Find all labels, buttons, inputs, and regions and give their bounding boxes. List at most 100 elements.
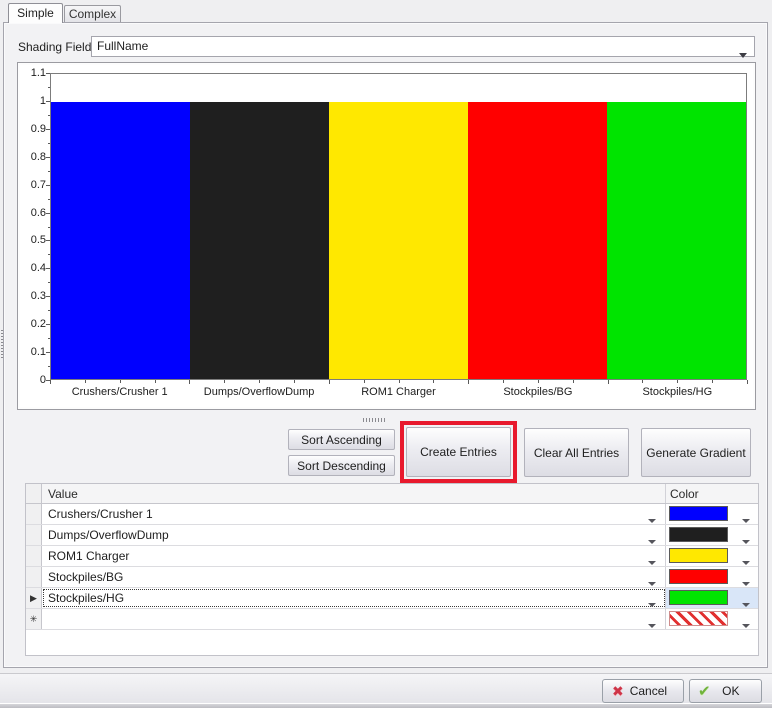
tab-complex[interactable]: Complex xyxy=(64,5,121,23)
y-axis-minor-tick xyxy=(48,227,50,228)
x-axis-category-label: Stockpiles/BG xyxy=(468,386,607,398)
value-cell[interactable]: Stockpiles/BG xyxy=(42,567,666,587)
y-axis-tick-label: 0.4 xyxy=(20,262,46,274)
new-row-indicator[interactable]: ✳ xyxy=(26,609,42,629)
shading-field-value: FullName xyxy=(97,39,148,53)
table-new-row: ✳ xyxy=(26,609,758,630)
table-row: Crushers/Crusher 1 xyxy=(26,504,758,525)
cancel-button[interactable]: ✖ Cancel xyxy=(602,679,684,703)
ok-button[interactable]: ✔ OK xyxy=(689,679,762,703)
row-indicator[interactable] xyxy=(26,567,42,587)
sort-ascending-button[interactable]: Sort Ascending xyxy=(288,429,395,450)
sort-descending-button[interactable]: Sort Descending xyxy=(288,455,395,476)
row-indicator[interactable] xyxy=(26,546,42,566)
y-axis-tick-label: 0.3 xyxy=(20,290,46,302)
y-axis-minor-tick xyxy=(48,282,50,283)
table-row: Dumps/OverflowDump xyxy=(26,525,758,546)
window-bottom-edge xyxy=(0,703,772,708)
y-axis-tick xyxy=(46,73,50,74)
row-indicator[interactable] xyxy=(26,525,42,545)
value-cell[interactable]: ROM1 Charger xyxy=(42,546,666,566)
chevron-down-icon[interactable] xyxy=(648,575,656,587)
x-axis-tick xyxy=(468,380,469,384)
chevron-down-icon[interactable] xyxy=(742,512,750,526)
tab-simple[interactable]: Simple xyxy=(8,3,63,23)
color-column-header[interactable]: Color xyxy=(666,484,758,503)
color-swatch[interactable] xyxy=(669,590,728,605)
color-swatch[interactable] xyxy=(669,506,728,521)
chevron-down-icon[interactable] xyxy=(648,512,656,524)
color-swatch[interactable] xyxy=(669,527,728,542)
color-swatch[interactable] xyxy=(669,569,728,584)
chart-bar-5 xyxy=(607,102,746,379)
chart-bar-1 xyxy=(51,102,190,379)
chevron-down-icon[interactable] xyxy=(648,617,656,629)
y-axis-minor-tick xyxy=(48,310,50,311)
x-axis-minor-tick xyxy=(85,380,86,383)
chevron-down-icon[interactable] xyxy=(742,617,750,631)
y-axis-tick xyxy=(46,240,50,241)
x-axis-category-label: Stockpiles/HG xyxy=(608,386,747,398)
y-axis-tick xyxy=(46,157,50,158)
x-axis-minor-tick xyxy=(433,380,434,383)
x-axis-minor-tick xyxy=(155,380,156,383)
value-column-header[interactable]: Value xyxy=(42,484,666,503)
x-axis-category-label: ROM1 Charger xyxy=(329,386,468,398)
y-axis-tick-label: 0.8 xyxy=(20,151,46,163)
create-entries-button[interactable]: Create Entries xyxy=(406,427,511,477)
horizontal-splitter-handle[interactable] xyxy=(363,418,385,422)
table-row: ▶Stockpiles/HG xyxy=(26,588,758,609)
chevron-down-icon[interactable] xyxy=(742,596,750,610)
y-axis-tick xyxy=(46,129,50,130)
ok-button-label: OK xyxy=(711,684,761,698)
x-axis-minor-tick xyxy=(120,380,121,383)
shading-field-label: Shading Field: xyxy=(18,40,95,54)
dialog-footer: ✖ Cancel ✔ OK xyxy=(0,673,772,704)
value-cell[interactable]: Stockpiles/HG xyxy=(42,588,666,608)
y-axis-tick-label: 0.5 xyxy=(20,234,46,246)
x-axis-minor-tick xyxy=(677,380,678,383)
x-axis-tick xyxy=(50,380,51,384)
generate-gradient-button[interactable]: Generate Gradient xyxy=(641,428,751,477)
row-indicator[interactable]: ▶ xyxy=(26,588,42,608)
chevron-down-icon[interactable] xyxy=(648,554,656,566)
shading-field-select[interactable]: FullName xyxy=(91,36,755,57)
hatched-color-swatch[interactable] xyxy=(669,611,728,626)
y-axis-minor-tick xyxy=(48,115,50,116)
color-cell[interactable] xyxy=(666,546,758,566)
red-x-icon: ✖ xyxy=(612,683,624,700)
y-axis-tick xyxy=(46,296,50,297)
color-cell[interactable] xyxy=(666,504,758,524)
y-axis-tick-label: 0.2 xyxy=(20,318,46,330)
x-axis-minor-tick xyxy=(294,380,295,383)
x-axis-tick xyxy=(608,380,609,384)
color-swatch[interactable] xyxy=(669,548,728,563)
y-axis-tick xyxy=(46,352,50,353)
x-axis-category-label: Dumps/OverflowDump xyxy=(189,386,328,398)
value-cell[interactable] xyxy=(42,609,666,629)
color-cell[interactable] xyxy=(666,609,758,629)
chevron-down-icon[interactable] xyxy=(742,575,750,589)
value-cell[interactable]: Dumps/OverflowDump xyxy=(42,525,666,545)
chevron-down-icon[interactable] xyxy=(742,554,750,568)
value-cell[interactable]: Crushers/Crusher 1 xyxy=(42,504,666,524)
x-axis-category-label: Crushers/Crusher 1 xyxy=(50,386,189,398)
shading-dialog: Simple Complex Shading Field: FullName 0… xyxy=(0,0,772,707)
clear-all-entries-button[interactable]: Clear All Entries xyxy=(524,428,629,477)
y-axis-tick-label: 0.6 xyxy=(20,207,46,219)
row-indicator[interactable] xyxy=(26,504,42,524)
color-cell[interactable] xyxy=(666,567,758,587)
y-axis-tick xyxy=(46,324,50,325)
green-check-icon: ✔ xyxy=(698,682,711,700)
x-axis-minor-tick xyxy=(712,380,713,383)
chevron-down-icon[interactable] xyxy=(648,596,656,608)
chevron-down-icon[interactable] xyxy=(648,533,656,545)
chevron-down-icon[interactable] xyxy=(742,533,750,547)
color-cell[interactable] xyxy=(666,525,758,545)
color-cell[interactable] xyxy=(666,588,758,608)
chart-bar-3 xyxy=(329,102,468,379)
y-axis-minor-tick xyxy=(48,143,50,144)
entries-table: Value Color Crushers/Crusher 1Dumps/Over… xyxy=(25,483,759,656)
shading-bar-chart: 00.10.20.30.40.50.60.70.80.911.1Crushers… xyxy=(17,62,756,410)
x-axis-tick xyxy=(747,380,748,384)
